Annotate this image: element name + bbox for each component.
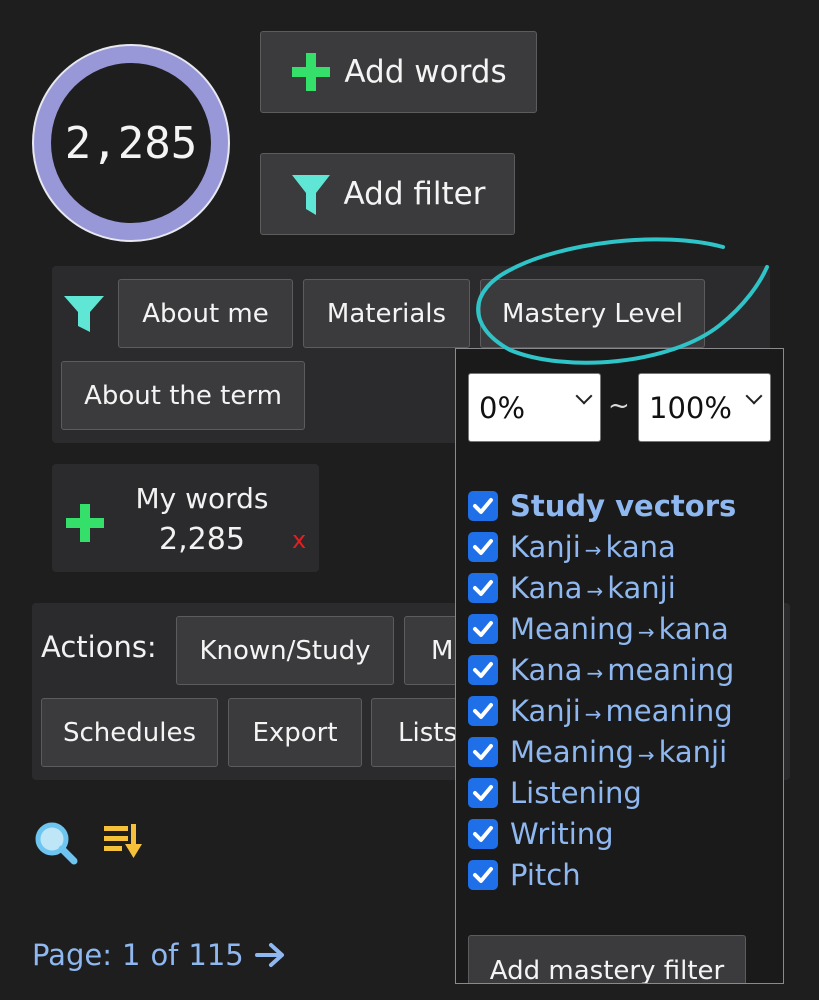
vector-from: Kanji	[510, 694, 581, 728]
vector-from: Meaning	[510, 612, 634, 646]
vector-kana-kanji[interactable]: Kana → kanji	[468, 568, 676, 608]
max-mastery-value: 100%	[649, 390, 732, 425]
max-mastery-select[interactable]: 100%	[638, 373, 771, 442]
tab-about-me[interactable]: About me	[118, 279, 293, 348]
vector-kana-meaning[interactable]: Kana → meaning	[468, 650, 734, 690]
study-vectors-label: Study vectors	[510, 489, 737, 523]
add-words-button[interactable]: Add words	[260, 31, 537, 113]
word-list-title: My words	[135, 482, 269, 515]
chevron-down-icon	[575, 387, 593, 405]
arrow-right-icon: →	[637, 743, 655, 767]
checkbox-checked-icon[interactable]	[468, 573, 498, 603]
checkbox-checked-icon[interactable]	[468, 696, 498, 726]
pagination-prefix: Page:	[32, 938, 112, 972]
checkbox-checked-icon[interactable]	[468, 860, 498, 890]
pagination-current: 1	[121, 938, 141, 972]
vector-label: Listening	[510, 776, 642, 810]
vector-label: Pitch	[510, 858, 581, 892]
study-vectors-group-checkbox[interactable]: Study vectors	[468, 486, 736, 526]
actions-label: Actions:	[41, 630, 157, 664]
vector-to: kana	[658, 612, 729, 646]
checkbox-checked-icon[interactable]	[468, 614, 498, 644]
arrow-right-icon: →	[586, 661, 604, 685]
button-label: Lists	[398, 717, 457, 748]
word-count-ring: 2,285	[32, 44, 230, 242]
button-label: Known/Study	[199, 635, 371, 666]
checkbox-checked-icon[interactable]	[468, 737, 498, 767]
sort-descending-icon[interactable]	[102, 820, 146, 862]
range-separator: ~	[608, 391, 630, 421]
word-list-count: 2,285	[159, 522, 245, 557]
add-mastery-filter-label: Add mastery filter	[489, 956, 725, 984]
add-mastery-filter-button[interactable]: Add mastery filter	[468, 935, 746, 984]
tab-materials[interactable]: Materials	[303, 279, 470, 348]
tab-label: About the term	[84, 380, 282, 411]
arrow-right-icon: →	[584, 538, 602, 562]
tab-label: Mastery Level	[501, 298, 684, 329]
pagination-of: of	[150, 938, 179, 972]
min-mastery-select[interactable]: 0%	[468, 373, 601, 442]
filter-funnel-icon	[64, 296, 104, 332]
min-mastery-value: 0%	[479, 390, 526, 425]
checkbox-checked-icon[interactable]	[468, 655, 498, 685]
vector-from: Kana	[510, 653, 583, 687]
checkbox-checked-icon[interactable]	[468, 491, 498, 521]
filter-funnel-icon	[291, 175, 330, 215]
checkbox-checked-icon[interactable]	[468, 778, 498, 808]
remove-list-button[interactable]: x	[292, 526, 306, 554]
vector-kanji-meaning[interactable]: Kanji → meaning	[468, 691, 733, 731]
pagination-total: 115	[188, 938, 244, 972]
arrow-right-icon: →	[637, 620, 655, 644]
vector-meaning-kana[interactable]: Meaning → kana	[468, 609, 729, 649]
plus-icon	[292, 53, 331, 91]
tab-about-the-term[interactable]: About the term	[61, 361, 305, 430]
vector-from: Meaning	[510, 735, 634, 769]
pagination: Page: 1 of 115	[32, 938, 286, 972]
checkbox-checked-icon[interactable]	[468, 532, 498, 562]
vector-pitch[interactable]: Pitch	[468, 855, 581, 895]
vector-from: Kana	[510, 571, 583, 605]
tab-label: Materials	[326, 298, 447, 329]
checkbox-checked-icon[interactable]	[468, 819, 498, 849]
schedules-button[interactable]: Schedules	[41, 698, 218, 767]
known-study-button[interactable]: Known/Study	[176, 616, 394, 685]
vector-listening[interactable]: Listening	[468, 773, 642, 813]
arrow-right-icon: →	[584, 702, 602, 726]
word-list-card[interactable]: My words 2,285 x	[52, 464, 319, 572]
button-label: Schedules	[62, 717, 197, 748]
vector-from: Kanji	[510, 530, 581, 564]
vector-to: kana	[605, 530, 676, 564]
tab-mastery-level[interactable]: Mastery Level	[480, 279, 705, 348]
vector-meaning-kanji[interactable]: Meaning → kanji	[468, 732, 727, 772]
vector-to: meaning	[607, 653, 735, 687]
export-button[interactable]: Export	[228, 698, 362, 767]
vector-to: meaning	[605, 694, 733, 728]
add-words-label: Add words	[344, 54, 507, 90]
tab-label: About me	[142, 298, 269, 329]
vector-writing[interactable]: Writing	[468, 814, 614, 854]
magnifier-icon[interactable]	[33, 820, 79, 866]
add-filter-label: Add filter	[343, 176, 486, 212]
arrow-right-icon: →	[586, 579, 604, 603]
vector-kanji-kana[interactable]: Kanji → kana	[468, 527, 676, 567]
vector-to: kanji	[607, 571, 676, 605]
mastery-level-popover: 0% ~ 100% Study vectors Kanji → kana Kana →…	[455, 348, 784, 984]
arrow-right-icon[interactable]	[254, 941, 286, 969]
add-filter-button[interactable]: Add filter	[260, 153, 515, 235]
word-count-value: 2,285	[51, 63, 211, 223]
button-label: Export	[252, 717, 338, 748]
vector-to: kanji	[658, 735, 728, 769]
chevron-down-icon	[745, 387, 763, 405]
plus-icon	[66, 504, 104, 542]
vector-label: Writing	[510, 817, 614, 851]
button-label: M	[431, 635, 454, 666]
